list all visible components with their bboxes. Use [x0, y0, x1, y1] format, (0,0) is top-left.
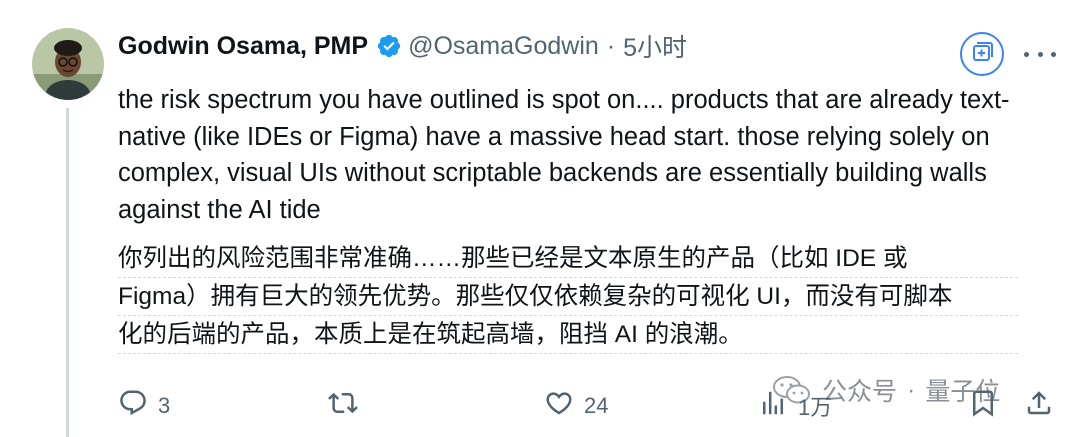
- avatar[interactable]: [32, 28, 104, 100]
- share-button[interactable]: [1024, 384, 1054, 428]
- author-name[interactable]: Godwin Osama, PMP: [118, 32, 368, 61]
- thread-line: [66, 108, 69, 437]
- reply-icon: [118, 388, 148, 424]
- views-icon: [758, 388, 788, 424]
- translation-line: 化的后端的产品，本质上是在筑起高墙，阻挡 AI 的浪潮。: [118, 316, 1018, 354]
- translation-line: 你列出的风险范围非常准确……那些已经是文本原生的产品（比如 IDE 或: [118, 240, 1018, 278]
- reply-count: 3: [158, 393, 171, 418]
- verified-badge-icon: [376, 33, 402, 59]
- more-icon[interactable]: [1024, 42, 1056, 66]
- share-icon: [1024, 388, 1054, 424]
- reply-button[interactable]: 3: [118, 384, 170, 428]
- retweet-icon: [328, 388, 358, 424]
- grok-icon: [969, 39, 995, 70]
- header-separator: ·: [606, 31, 616, 60]
- bookmark-button[interactable]: [968, 384, 998, 428]
- translation-line: Figma）拥有巨大的领先优势。那些仅仅依赖复杂的可视化 UI，而没有可脚本: [118, 278, 1018, 316]
- views-count: 1万: [798, 395, 833, 420]
- tweet-time[interactable]: 5小时: [623, 28, 687, 64]
- like-button[interactable]: 24: [544, 384, 608, 428]
- like-icon: [544, 388, 574, 424]
- like-count: 24: [584, 393, 609, 418]
- views-button[interactable]: 1万: [758, 384, 832, 428]
- tweet-translation: 你列出的风险范围非常准确……那些已经是文本原生的产品（比如 IDE 或 Figm…: [118, 240, 1018, 354]
- tweet-header: Godwin Osama, PMP @OsamaGodwin · 5小时: [118, 28, 687, 64]
- bookmark-icon: [968, 388, 998, 424]
- retweet-button[interactable]: [328, 384, 368, 428]
- tweet-text: the risk spectrum you have outlined is s…: [118, 86, 1010, 224]
- grok-button[interactable]: [960, 32, 1004, 76]
- author-handle[interactable]: @OsamaGodwin: [408, 32, 599, 61]
- action-bar: 3 24 1万: [118, 384, 1058, 428]
